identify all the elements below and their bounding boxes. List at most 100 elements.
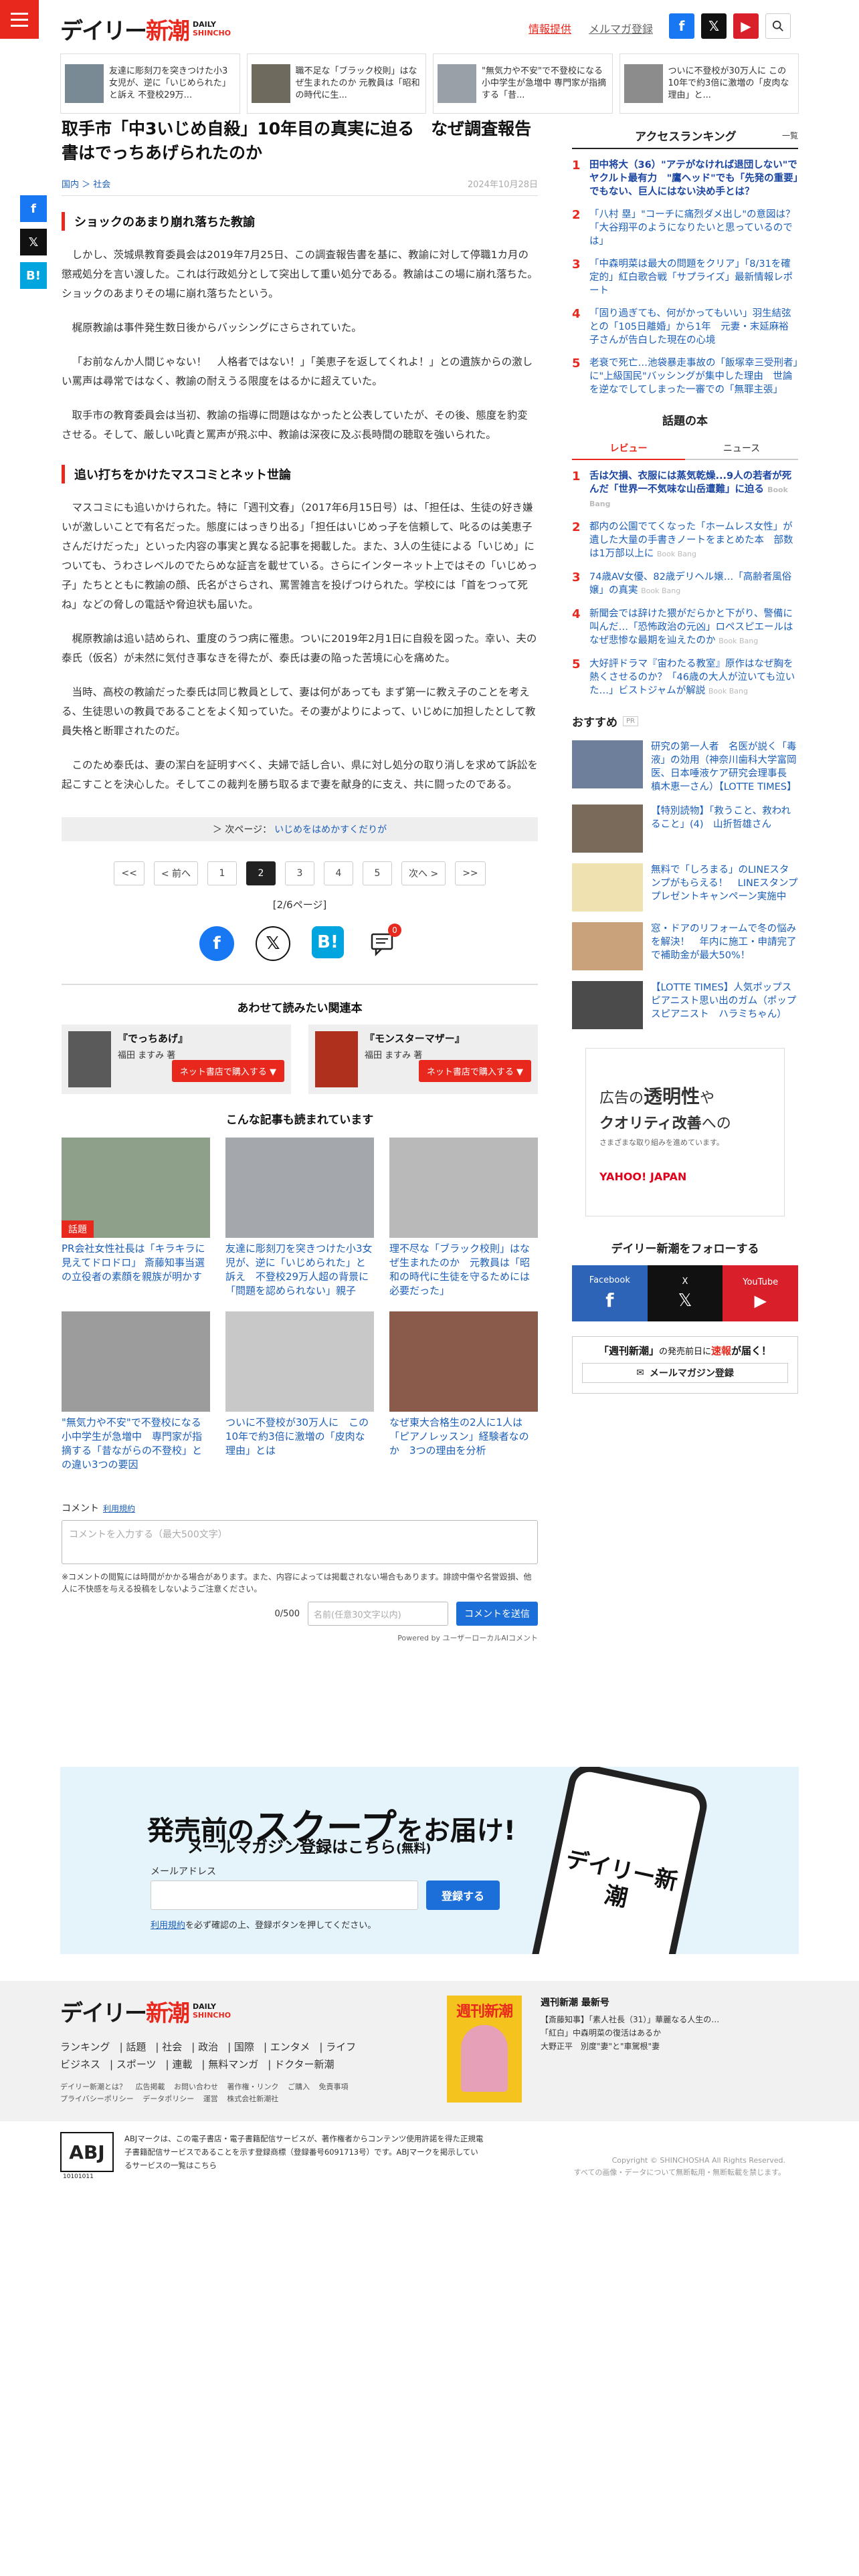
buy-book-button[interactable]: ネット書店で購入する ▼ (171, 1060, 284, 1082)
footer-link[interactable]: ビジネス (60, 2058, 100, 2070)
tab-review[interactable]: レビュー (572, 437, 685, 460)
also-read-card[interactable]: ついに不登校が30万人に この10年で約3倍に激増の「皮肉な理由」とは (225, 1311, 374, 1472)
strip-article[interactable]: 友達に彫刻刀を突きつけた小3女児が、逆に「いじめられた」と訴え 不登校29万..… (60, 53, 240, 114)
newsletter-link[interactable]: メルマガ登録 (589, 20, 653, 36)
also-read-card[interactable]: なぜ東大合格生の2人に1人は「ピアノレッスン」経験者なのか 3つの理由を分析 (389, 1311, 538, 1472)
pager-page[interactable]: 5 (363, 861, 392, 885)
magazine-cover[interactable]: 週刊新潮 (447, 1996, 522, 2103)
book-card[interactable]: 『でっちあげ』 福田 ますみ 著 ネット書店で購入する ▼ (62, 1025, 291, 1094)
footer-small-link[interactable]: 広告掲載 (136, 2082, 165, 2091)
footer-link[interactable]: ライフ (326, 2041, 356, 2053)
x-icon[interactable]: 𝕏 (701, 13, 727, 39)
follow-facebook[interactable]: Facebook f (572, 1265, 648, 1321)
pager-next[interactable]: 次へ > (401, 861, 446, 885)
book-ranking-item[interactable]: 1 舌は欠損、衣服には蒸気乾燥...9人の若者が死んだ「世界一不気味な山岳遭難」に… (572, 469, 798, 511)
terms-link[interactable]: 利用規約 (151, 1921, 185, 1931)
register-button[interactable]: 登録する (426, 1881, 500, 1910)
book-ranking-item[interactable]: 2 都内の公園でてくなった「ホームレス女性」が遺した大量の手書きノートをまとめた本… (572, 520, 798, 561)
terms-link[interactable]: 利用規約 (103, 1504, 135, 1513)
footer-small-link[interactable]: 運営 (203, 2095, 218, 2103)
ad-item[interactable]: 【特別読物】「救うこと、救われること」(4) 山折哲雄さん (572, 804, 798, 853)
breadcrumb[interactable]: 国内 ＞ 社会 (62, 177, 110, 190)
also-read-card[interactable]: 友達に彫刻刀を突きつけた小3女児が、逆に「いじめられた」と訴え 不登校29万人超… (225, 1138, 374, 1298)
display-ad[interactable]: 広告の透明性や クオリティ改善への さまざまな取り組みを進めています。 YAHO… (585, 1048, 785, 1216)
ad-item[interactable]: 無料で「しろまる」のLINEスタンプがもらえる！ LINEスタンププレゼントキャ… (572, 863, 798, 911)
name-input[interactable]: 名前(任意30文字以内) (308, 1602, 448, 1626)
x-share-icon[interactable]: 𝕏 (20, 229, 47, 255)
follow-youtube[interactable]: YouTube ▶ (723, 1265, 799, 1321)
footer-small-link[interactable]: 著作権・リンク (227, 2082, 279, 2091)
footer-small-link[interactable]: プライバシーポリシー (60, 2095, 134, 2103)
ad-item[interactable]: 【LOTTE TIMES】人気ポップスピアニスト思い出のガム（ポップスピアニスト… (572, 981, 798, 1029)
article-paragraph: 取手市の教育委員会は当初、教諭の指導に問題はなかったと公表していたが、その後、態… (62, 409, 528, 441)
also-read-card[interactable]: 理不尽な「ブラック校則」はなぜ生まれたのか 元教員は「昭和の時代に生徒を守るため… (389, 1138, 538, 1298)
strip-article[interactable]: 職不足な「ブラック校則」はなぜ生まれたのか 元教員は「昭和の時代に生... (246, 53, 426, 114)
next-page-link[interactable]: いじめをはめかすくだりが (274, 823, 387, 836)
ranking-item[interactable]: 1 田中将大（36）"アテがなければ退団しない"でヤクルト最有力 "鷹ヘッド"でも… (572, 158, 798, 199)
footer-link[interactable]: ドクター新潮 (274, 2058, 334, 2070)
pager-last[interactable]: >> (455, 861, 486, 885)
footer-small-link[interactable]: デイリー新潮とは？ (60, 2082, 126, 2091)
site-logo[interactable]: デイリー新潮 DAILY SHINCHO (60, 13, 231, 45)
hatena-bookmark-icon[interactable]: B! (312, 926, 344, 958)
hatena-bookmark-icon[interactable]: B! (20, 262, 47, 289)
facebook-icon[interactable]: f (669, 13, 694, 39)
abj-section: ABJ 10101011 ABJマークは、この電子書店・電子書籍配信サービスが、… (60, 2132, 799, 2185)
also-read-card[interactable]: 話題 PR会社女性社長は「キラキラに見えてドロドロ」 斎藤知事当選の立役者の素顔を… (62, 1138, 210, 1298)
ad-item[interactable]: 研究の第一人者 名医が説く「毒液」の効用（神奈川歯科大学富岡医、日本唾液ケア研究… (572, 740, 798, 794)
footer-small-link[interactable]: 株式会社新潮社 (227, 2095, 278, 2103)
strip-article[interactable]: ついに不登校が30万人に この10年で約3倍に激増の「皮肉な理由」と... (619, 53, 799, 114)
book-ranking-item[interactable]: 3 74歳AV女優、82歳デリヘル嬢…「高齢者風俗嬢」の真実 Book Bang (572, 570, 798, 598)
pager-page[interactable]: 1 (207, 861, 237, 885)
send-comment-button[interactable]: コメントを送信 (456, 1602, 538, 1626)
footer-small-link[interactable]: データポリシー (142, 2095, 194, 2103)
footer-small-link[interactable]: 免責事項 (319, 2082, 349, 2091)
pager-page[interactable]: 4 (324, 861, 353, 885)
footer-link[interactable]: 話題 (126, 2041, 146, 2053)
pager-page[interactable]: 3 (285, 861, 314, 885)
book-ranking-item[interactable]: 4 新聞会では辞けた猥がだらかと下がり、警備に叫んだ…「恐怖政治の元凶」ロペスピエ… (572, 607, 798, 648)
facebook-share-icon[interactable]: f (199, 926, 234, 961)
tip-link[interactable]: 情報提供 (529, 20, 571, 36)
book-card[interactable]: 『モンスターマザー』 福田 ますみ 著 ネット書店で購入する ▼ (308, 1025, 538, 1094)
footer-small-link[interactable]: お問い合わせ (174, 2082, 218, 2091)
email-input[interactable] (151, 1881, 418, 1910)
next-page-bar[interactable]: ＞ 次ページ： いじめをはめかすくだりが (62, 817, 538, 841)
ranking-item[interactable]: 2 「八村 塁」"コーチに痛烈ダメ出し"の意図は？「大谷翔平のようになりたいと思っ… (572, 208, 798, 248)
buy-book-button[interactable]: ネット書店で購入する ▼ (418, 1060, 531, 1082)
char-counter: 0/500 (274, 1608, 300, 1619)
footer-link[interactable]: ランキング (60, 2041, 110, 2053)
newsletter-button[interactable]: ✉ メールマガジン登録 (582, 1363, 788, 1383)
footer-link[interactable]: 連載 (172, 2058, 192, 2070)
facebook-share-icon[interactable]: f (20, 195, 47, 222)
book-ranking-item[interactable]: 5 大好評ドラマ『宙わたる教室』原作はなぜ胸を熱くさせるのか？「46歳の大人が泣い… (572, 657, 798, 698)
youtube-icon[interactable]: ▶ (733, 13, 759, 39)
footer-link[interactable]: エンタメ (270, 2041, 310, 2053)
related-books-title: あわせて読みたい関連本 (62, 984, 538, 1015)
x-share-icon[interactable]: 𝕏 (256, 926, 290, 961)
footer-small-link[interactable]: ご購入 (288, 2082, 310, 2091)
footer-link[interactable]: 政治 (198, 2041, 218, 2053)
pager-current[interactable]: 2 (246, 861, 276, 885)
footer-link[interactable]: 国際 (234, 2041, 254, 2053)
footer-link[interactable]: スポーツ (116, 2058, 157, 2070)
ranking-item[interactable]: 5 老衰で死亡…池袋暴走事故の「飯塚幸三受刑者」に"上級国民"バッシングが集中した… (572, 356, 798, 397)
strip-article[interactable]: "無気力や不安"で不登校になる小中学生が急増中 専門家が指摘する「昔... (433, 53, 613, 114)
search-icon[interactable] (765, 13, 791, 39)
footer-link[interactable]: 社会 (162, 2041, 182, 2053)
footer-logo[interactable]: デイリー新潮 DAILY SHINCHO (60, 1996, 231, 2027)
hamburger-menu-button[interactable] (0, 0, 39, 39)
pager-first[interactable]: << (114, 861, 145, 885)
pager-prev[interactable]: < 前へ (153, 861, 198, 885)
follow-x[interactable]: X𝕏 (647, 1265, 723, 1321)
comment-icon[interactable]: 0 (365, 924, 401, 961)
ranking-more-link[interactable]: 一覧 (782, 130, 798, 141)
latest-issue: 週刊新潮 最新号 【斎藤知事】「素人社長（31）」華麗なる人生の… 「紅白」中森… (541, 1998, 720, 2051)
comment-textarea[interactable]: コメントを入力する（最大500文字） (62, 1520, 538, 1564)
also-read-card[interactable]: "無気力や不安"で不登校になる小中学生が急増中 専門家が指摘する「昔ながらの不登… (62, 1311, 210, 1472)
ranking-item[interactable]: 3 「中森明菜は最大の問題をクリア」「8/31を確定的」紅白歌合戦「サプライズ」最… (572, 257, 798, 298)
ad-item[interactable]: 窓・ドアのリフォームで冬の悩みを解決！ 年内に施工・申請完了で補助金が最大50%… (572, 922, 798, 970)
ranking-item[interactable]: 4 「固り過ぎても、何がかってもいい」羽生結弦との「105日離婚」から1年 元妻・… (572, 307, 798, 347)
tab-news[interactable]: ニュース (685, 437, 798, 460)
footer-link[interactable]: 無料マンガ (208, 2058, 258, 2070)
